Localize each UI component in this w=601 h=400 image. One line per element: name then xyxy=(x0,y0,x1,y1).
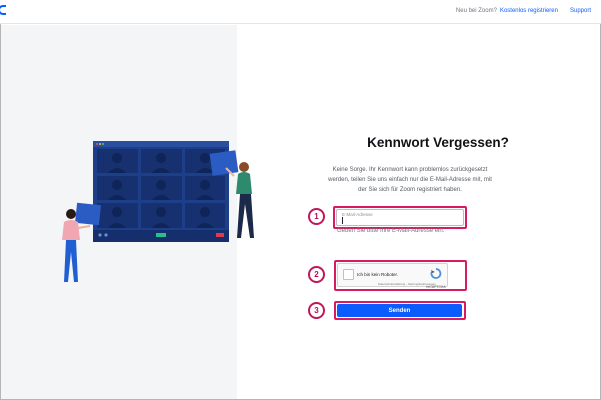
register-link[interactable]: Kostenlos registrieren xyxy=(500,8,558,14)
signup-prompt: Neu bei Zoom? Kostenlos registrieren xyxy=(456,8,558,14)
top-nav-links: Neu bei Zoom? Kostenlos registrieren Sup… xyxy=(456,8,591,14)
support-link[interactable]: Support xyxy=(570,8,591,14)
captcha-footer-links[interactable]: Datenschutzerklärung - Nutzungsbedingung… xyxy=(378,282,436,286)
captcha-label: Ich bin kein Roboter. xyxy=(357,272,399,277)
new-user-question: Neu bei Zoom? xyxy=(455,8,497,14)
send-button[interactable]: Senden xyxy=(337,304,462,317)
step-badge-2: 2 xyxy=(308,266,325,283)
recaptcha-widget: Ich bin kein Roboter. reCAPTCHA Datensch… xyxy=(337,263,448,289)
forgot-password-form-panel: Kennwort Vergessen? Keine Sorge. Ihr Ken… xyxy=(237,25,600,399)
page-title: Kennwort Vergessen? xyxy=(367,135,509,150)
captcha-checkbox[interactable] xyxy=(343,269,354,280)
top-navigation-bar: Neu bei Zoom? Kostenlos registrieren Sup… xyxy=(0,0,601,24)
email-placeholder: E-Mail-Adresse xyxy=(342,212,373,217)
description-text: Keine Sorge. Ihr Kennwort kann problemlo… xyxy=(328,167,492,193)
text-caret xyxy=(342,217,343,224)
step-badge-1: 1 xyxy=(308,208,325,225)
illustration-panel xyxy=(1,25,237,399)
zoom-logo-icon[interactable] xyxy=(0,5,6,15)
step-badge-3: 3 xyxy=(308,302,325,319)
email-hint: Geben Sie bitte Ihre E-Mail-Adresse ein. xyxy=(337,228,445,234)
recaptcha-icon xyxy=(430,268,442,279)
email-field[interactable]: E-Mail-Adresse xyxy=(336,209,464,226)
